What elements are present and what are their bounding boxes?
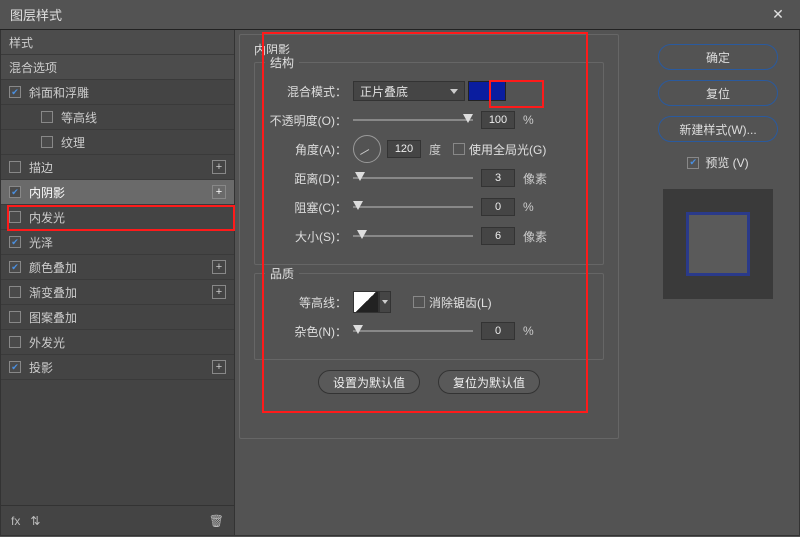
opacity-slider[interactable]	[353, 111, 473, 129]
ok-button[interactable]: 确定	[658, 44, 778, 70]
styles-header[interactable]: 样式	[1, 30, 234, 55]
sidebar-item-satin[interactable]: 光泽	[1, 230, 234, 255]
titlebar: 图层样式 ✕	[0, 0, 800, 30]
choke-input[interactable]: 0	[481, 198, 515, 216]
sidebar-item-texture[interactable]: 纹理	[1, 130, 234, 155]
content: 内阴影 结构 混合模式： 正片叠底 不透明度(O)： 100 % 角度(A)：	[235, 30, 637, 535]
close-icon[interactable]: ✕	[766, 3, 790, 27]
opacity-unit: %	[523, 113, 534, 127]
noise-slider[interactable]	[353, 322, 473, 340]
new-style-button[interactable]: 新建样式(W)...	[658, 116, 778, 142]
preview-swatch	[686, 212, 750, 276]
angle-unit: 度	[429, 141, 441, 158]
distance-slider[interactable]	[353, 169, 473, 187]
size-label: 大小(S)：	[265, 228, 353, 245]
antialias-checkbox[interactable]	[413, 296, 425, 308]
checkbox-icon[interactable]	[9, 261, 21, 273]
structure-title: 结构	[265, 54, 299, 71]
checkbox-icon[interactable]	[9, 211, 21, 223]
chevron-up-down-icon[interactable]: ⇅	[30, 514, 40, 528]
checkbox-icon[interactable]	[9, 336, 21, 348]
plus-icon[interactable]: +	[212, 160, 226, 174]
contour-swatch[interactable]	[353, 291, 379, 313]
sidebar-footer: fx ⇅ 🗑	[1, 505, 234, 535]
sidebar-item-outer-glow[interactable]: 外发光	[1, 330, 234, 355]
opacity-label: 不透明度(O)：	[265, 112, 353, 129]
main: 样式 混合选项 斜面和浮雕 等高线 纹理 描边+ 内阴影+ 内发光 光泽 颜色叠…	[0, 30, 800, 536]
inner-shadow-panel: 内阴影 结构 混合模式： 正片叠底 不透明度(O)： 100 % 角度(A)：	[239, 34, 619, 439]
distance-input[interactable]: 3	[481, 169, 515, 187]
blend-mode-dropdown[interactable]: 正片叠底	[353, 81, 465, 101]
choke-label: 阻塞(C)：	[265, 199, 353, 216]
global-light-checkbox[interactable]	[453, 143, 465, 155]
preview-checkbox-row[interactable]: 预览 (V)	[687, 154, 748, 171]
plus-icon[interactable]: +	[212, 285, 226, 299]
preview-checkbox-icon[interactable]	[687, 157, 699, 169]
blend-options-header[interactable]: 混合选项	[1, 55, 234, 80]
color-swatch[interactable]	[468, 81, 506, 101]
size-slider[interactable]	[353, 227, 473, 245]
sidebar-item-color-overlay[interactable]: 颜色叠加+	[1, 255, 234, 280]
structure-group: 结构 混合模式： 正片叠底 不透明度(O)： 100 % 角度(A)： 120 …	[254, 62, 604, 265]
checkbox-icon[interactable]	[9, 311, 21, 323]
sidebar-item-bevel[interactable]: 斜面和浮雕	[1, 80, 234, 105]
make-default-button[interactable]: 设置为默认值	[318, 370, 420, 394]
checkbox-icon[interactable]	[41, 136, 53, 148]
checkbox-icon[interactable]	[41, 111, 53, 123]
quality-title: 品质	[265, 265, 299, 282]
quality-group: 品质 等高线： 消除锯齿(L) 杂色(N)： 0 %	[254, 273, 604, 360]
angle-input[interactable]: 120	[387, 140, 421, 158]
antialias-label: 消除锯齿(L)	[429, 294, 492, 311]
contour-dropdown[interactable]	[379, 291, 391, 313]
global-light-label: 使用全局光(G)	[469, 141, 546, 158]
angle-label: 角度(A)：	[265, 141, 353, 158]
panel-title: 内阴影	[254, 41, 604, 58]
sidebar-item-pattern-overlay[interactable]: 图案叠加	[1, 305, 234, 330]
sidebar-item-stroke[interactable]: 描边+	[1, 155, 234, 180]
distance-unit: 像素	[523, 170, 547, 187]
default-buttons: 设置为默认值 复位为默认值	[254, 370, 604, 394]
checkbox-icon[interactable]	[9, 286, 21, 298]
size-unit: 像素	[523, 228, 547, 245]
noise-label: 杂色(N)：	[265, 323, 353, 340]
sidebar-item-drop-shadow[interactable]: 投影+	[1, 355, 234, 380]
blend-mode-label: 混合模式：	[265, 83, 353, 100]
choke-unit: %	[523, 200, 534, 214]
reset-default-button[interactable]: 复位为默认值	[438, 370, 540, 394]
sidebar: 样式 混合选项 斜面和浮雕 等高线 纹理 描边+ 内阴影+ 内发光 光泽 颜色叠…	[1, 30, 235, 535]
plus-icon[interactable]: +	[212, 260, 226, 274]
contour-label: 等高线：	[265, 294, 353, 311]
checkbox-icon[interactable]	[9, 186, 21, 198]
size-input[interactable]: 6	[481, 227, 515, 245]
window-title: 图层样式	[10, 5, 766, 24]
checkbox-icon[interactable]	[9, 236, 21, 248]
opacity-input[interactable]: 100	[481, 111, 515, 129]
sidebar-item-inner-shadow[interactable]: 内阴影+	[1, 180, 234, 205]
noise-input[interactable]: 0	[481, 322, 515, 340]
plus-icon[interactable]: +	[212, 185, 226, 199]
noise-unit: %	[523, 324, 534, 338]
sidebar-item-contour[interactable]: 等高线	[1, 105, 234, 130]
plus-icon[interactable]: +	[212, 360, 226, 374]
choke-slider[interactable]	[353, 198, 473, 216]
fx-icon[interactable]: fx	[11, 514, 20, 528]
preview-label: 预览 (V)	[705, 154, 748, 171]
trash-icon[interactable]: 🗑	[209, 514, 224, 528]
checkbox-icon[interactable]	[9, 361, 21, 373]
sidebar-item-gradient-overlay[interactable]: 渐变叠加+	[1, 280, 234, 305]
preview-box	[663, 189, 773, 299]
checkbox-icon[interactable]	[9, 161, 21, 173]
distance-label: 距离(D)：	[265, 170, 353, 187]
right-column: 确定 复位 新建样式(W)... 预览 (V)	[637, 30, 799, 535]
angle-dial[interactable]	[353, 135, 381, 163]
sidebar-item-inner-glow[interactable]: 内发光	[1, 205, 234, 230]
reset-button[interactable]: 复位	[658, 80, 778, 106]
checkbox-icon[interactable]	[9, 86, 21, 98]
